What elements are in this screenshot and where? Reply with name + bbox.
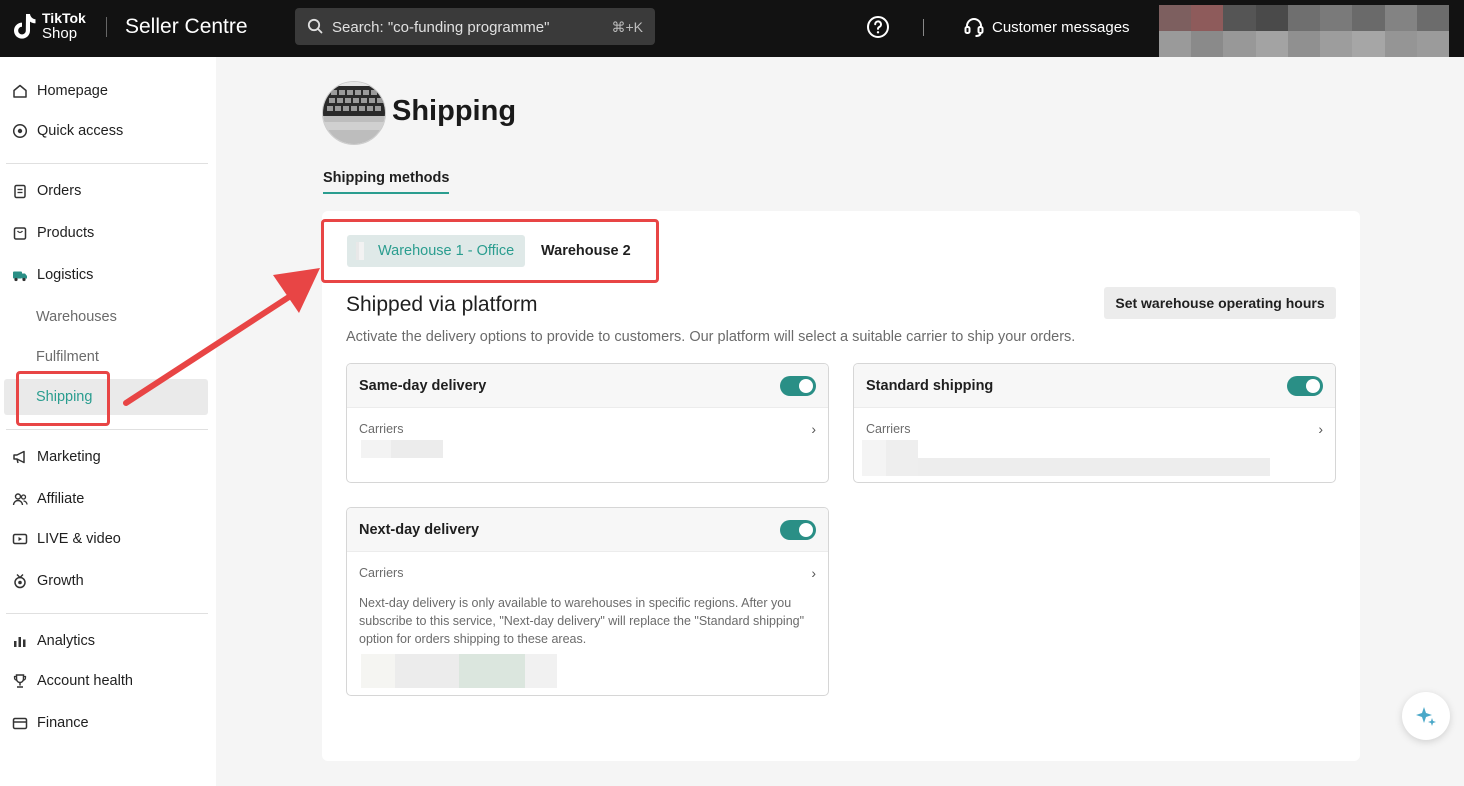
ai-assistant-button[interactable] — [1402, 692, 1450, 740]
annotation-arrow-icon — [123, 268, 320, 406]
sparkle-icon — [1416, 707, 1436, 726]
